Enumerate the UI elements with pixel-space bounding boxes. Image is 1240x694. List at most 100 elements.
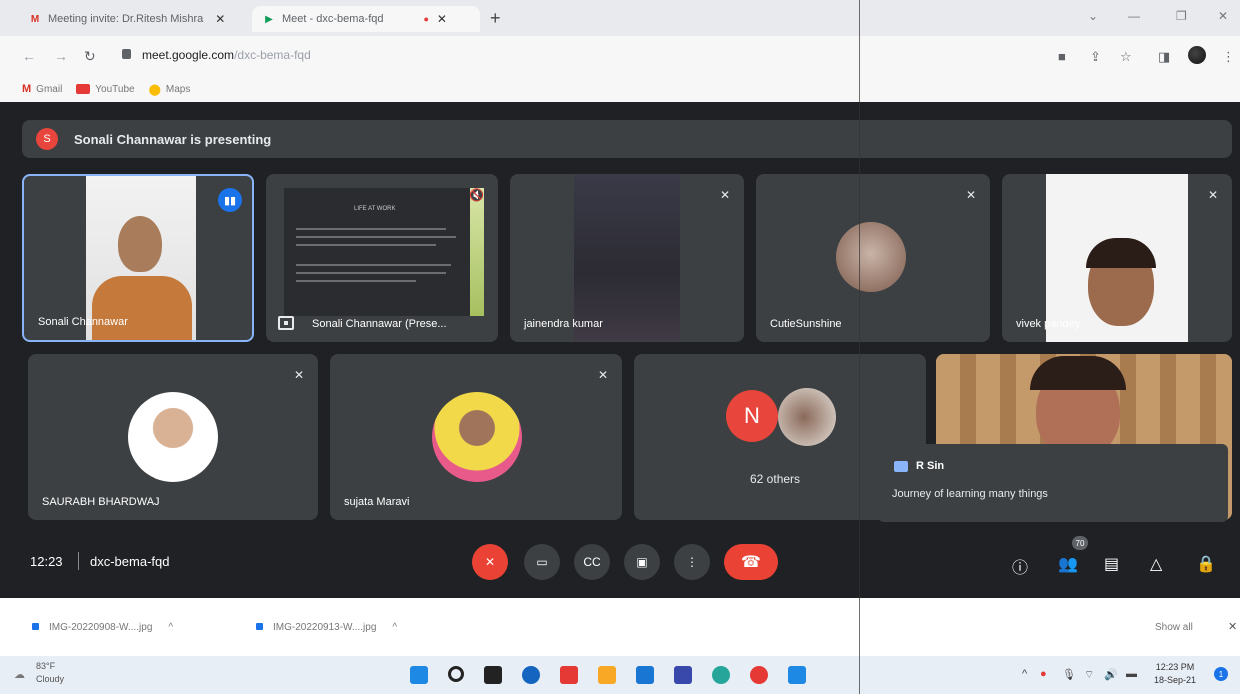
profile-avatar[interactable]	[1188, 46, 1206, 64]
others-count: 62 others	[750, 472, 801, 486]
participant-tile[interactable]: ▮▮ Sonali Channawar	[22, 174, 254, 342]
mic-off-icon: ✕	[597, 368, 608, 382]
minimize-icon[interactable]: —	[1128, 9, 1140, 23]
participant-tile[interactable]: ✕ vivek pandey	[1002, 174, 1232, 342]
people-icon[interactable]: 👥	[1058, 554, 1078, 574]
present-icon	[278, 316, 294, 330]
reload-icon[interactable]: ↻	[84, 48, 96, 65]
bookmark-label: Maps	[165, 83, 191, 95]
tab-close-icon[interactable]: ✕	[215, 12, 225, 26]
tab-meeting-invite[interactable]: M Meeting invite: Dr.Ritesh Mishra ✕	[18, 6, 250, 32]
window-close-icon[interactable]: ✕	[1218, 9, 1228, 23]
share-icon[interactable]: ⇪	[1090, 49, 1101, 65]
presenter-avatar: S	[36, 128, 58, 150]
side-panel-icon[interactable]: ◨	[1158, 49, 1170, 65]
menu-dots-icon[interactable]: ⋮	[1222, 49, 1235, 65]
mail-icon[interactable]	[636, 666, 654, 684]
lock-icon	[122, 49, 131, 59]
restore-icon[interactable]: ❐	[1176, 9, 1187, 23]
participant-tile[interactable]: ✕ CutieSunshine	[756, 174, 990, 342]
meeting-info-icon[interactable]: ⓘ	[1012, 554, 1028, 578]
search-icon[interactable]	[448, 666, 464, 682]
participant-name: SAURABH BHARDWAJ	[42, 496, 160, 508]
office-icon[interactable]	[560, 666, 578, 684]
end-call-button[interactable]: ☎	[724, 544, 778, 580]
participant-tile[interactable]: ✕ jainendra kumar	[510, 174, 744, 342]
host-controls-icon[interactable]: 🔒	[1196, 554, 1216, 574]
camera-button[interactable]: ▭	[524, 544, 560, 580]
url-field[interactable]: meet.google.com/dxc-bema-fqd	[142, 48, 311, 62]
gmail-icon: M	[22, 83, 32, 95]
participant-name: CutieSunshine	[770, 318, 842, 330]
antivirus-icon[interactable]: ●	[1040, 668, 1047, 680]
chevron-up-icon[interactable]: ^	[168, 622, 173, 633]
speaking-indicator-icon: ▮▮	[218, 188, 242, 212]
outlook-icon[interactable]	[788, 666, 806, 684]
participant-name: Sonali Channawar	[38, 316, 128, 328]
bookmark-maps[interactable]: ⬤ Maps	[149, 83, 191, 96]
tab-search-icon[interactable]: ⌄	[1088, 9, 1098, 23]
tab-close-icon[interactable]: ✕	[437, 12, 447, 26]
battery-icon[interactable]: ▬	[1126, 668, 1137, 680]
edge-icon[interactable]	[712, 666, 730, 684]
meeting-code: dxc-bema-fqd	[90, 554, 170, 569]
bookmarks-bar: M Gmail YouTube ⬤ Maps	[0, 76, 1240, 102]
volume-off-icon: 🔇	[469, 188, 484, 202]
speaker-icon[interactable]: 🔊	[1104, 668, 1118, 681]
participant-tile[interactable]: ✕ sujata Maravi	[330, 354, 622, 520]
people-count-badge: 70	[1072, 536, 1088, 550]
notification-icon[interactable]: 1	[1214, 667, 1228, 681]
participant-name: sujata Maravi	[344, 496, 410, 508]
chevron-up-icon[interactable]: ^	[392, 622, 397, 633]
mic-off-icon: ✕	[1207, 188, 1218, 202]
participant-name: Sonali Channawar (Prese...	[312, 318, 447, 330]
more-options-button[interactable]: ⋮	[674, 544, 710, 580]
show-hidden-icons[interactable]: ^	[1022, 668, 1027, 680]
tab-meet[interactable]: ▶ Meet - dxc-bema-fqd ● ✕	[252, 6, 480, 32]
new-tab-button[interactable]: +	[490, 8, 501, 29]
store-icon[interactable]	[674, 666, 692, 684]
chat-message-popup[interactable]: R Sin Journey of learning many things	[878, 444, 1228, 522]
chat-icon[interactable]: ▤	[1104, 554, 1119, 574]
mic-tray-icon[interactable]: 🎙	[1062, 668, 1076, 681]
present-button[interactable]: ▣	[624, 544, 660, 580]
file-explorer-icon[interactable]	[598, 666, 616, 684]
bookmark-youtube[interactable]: YouTube	[76, 83, 135, 95]
chat-sender-name: R Sin	[916, 460, 945, 472]
downloads-bar: IMG-20220908-W....jpg ^ IMG-20220913-W...…	[0, 598, 1240, 656]
task-view-icon[interactable]	[484, 666, 502, 684]
chat-message-text: Journey of learning many things	[892, 488, 1048, 500]
chat-app-icon[interactable]	[522, 666, 540, 684]
bookmark-label: YouTube	[95, 83, 135, 95]
download-item[interactable]: IMG-20220908-W....jpg ^	[32, 622, 173, 633]
camera-icon[interactable]: ■	[1058, 49, 1066, 64]
clock-date: 18-Sep-21	[1154, 675, 1197, 685]
weather-widget[interactable]: 83°F Cloudy	[36, 660, 64, 686]
show-all-link[interactable]: Show all	[1155, 622, 1193, 633]
activities-icon[interactable]: △	[1150, 554, 1162, 574]
participant-tile[interactable]: ✕ SAURABH BHARDWAJ	[28, 354, 318, 520]
download-item[interactable]: IMG-20220913-W....jpg ^	[256, 622, 397, 633]
windows-taskbar: ☁ 83°F Cloudy ^ ● 🎙 ⌔ 🔊 ▬ 12:23 PM 18-Se…	[0, 656, 1240, 694]
chrome-icon[interactable]	[750, 666, 768, 684]
presentation-tile[interactable]: LIFE AT WORK 🔇 Sonali Channawar (Prese..…	[266, 174, 498, 342]
close-downloads-icon[interactable]: ✕	[1228, 620, 1237, 633]
mic-off-button[interactable]: ✕	[472, 544, 508, 580]
avatar	[836, 222, 906, 292]
back-icon[interactable]: ←	[22, 48, 36, 64]
others-avatar-n: N	[726, 390, 778, 442]
url-path: /dxc-bema-fqd	[234, 48, 311, 62]
meeting-time: 12:23	[30, 554, 63, 569]
forward-icon[interactable]: →	[54, 48, 68, 64]
system-clock[interactable]: 12:23 PM 18-Sep-21	[1154, 661, 1196, 687]
maps-pin-icon: ⬤	[148, 83, 161, 96]
mic-off-icon: ✕	[719, 188, 730, 202]
captions-button[interactable]: CC	[574, 544, 610, 580]
weather-desc: Cloudy	[36, 674, 65, 684]
bookmark-star-icon[interactable]: ☆	[1120, 49, 1132, 65]
windows-start-icon[interactable]	[410, 666, 428, 684]
wifi-icon[interactable]: ⌔	[1084, 668, 1094, 682]
weather-icon: ☁	[14, 669, 25, 681]
image-file-icon	[256, 623, 263, 630]
bookmark-gmail[interactable]: M Gmail	[22, 83, 62, 95]
